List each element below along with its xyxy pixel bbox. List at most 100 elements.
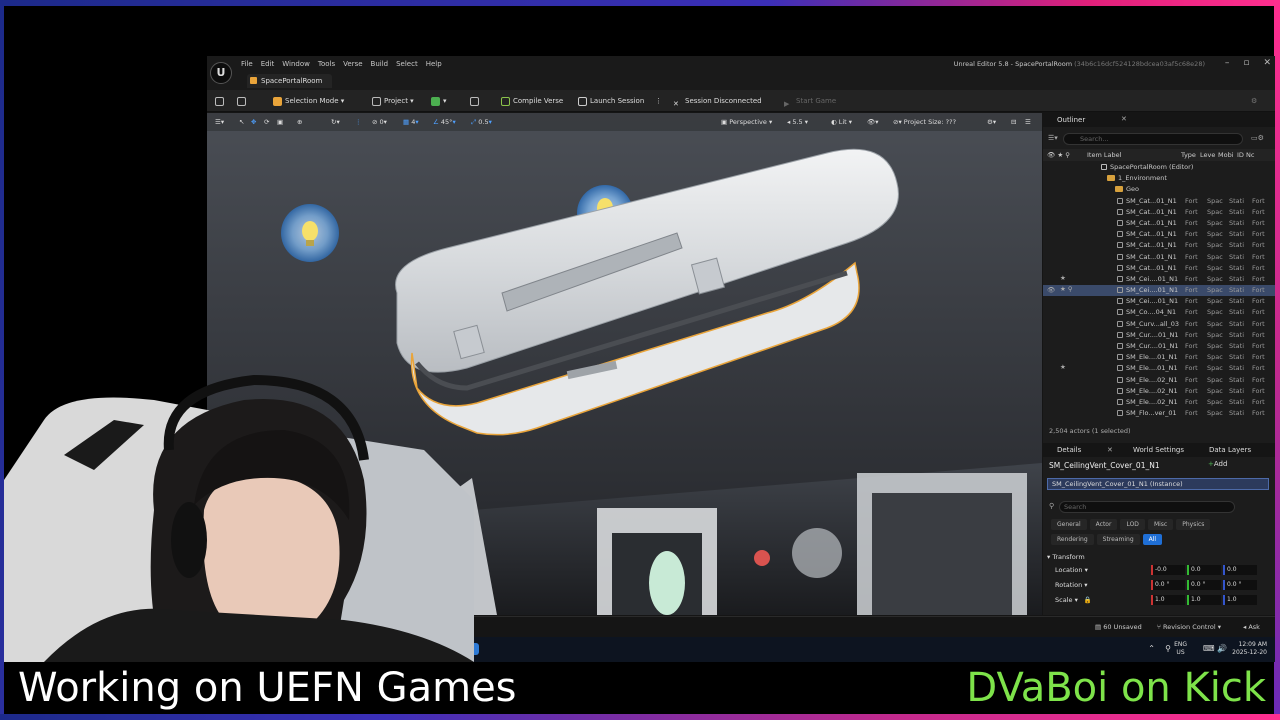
grid-snap-toggle[interactable]: ⋮ (355, 116, 362, 128)
filter-misc[interactable]: Misc (1147, 519, 1174, 530)
menu-select[interactable]: Select (396, 60, 426, 68)
component-instance-row[interactable]: SM_CeilingVent_Cover_01_N1 (Instance) (1047, 478, 1269, 490)
grid-size-dropdown[interactable]: ▦ 4▾ (403, 116, 419, 128)
item-label-column[interactable]: Item Label (1087, 151, 1121, 159)
surface-snap-icon[interactable]: ↻▾ (331, 116, 340, 128)
filter-actor[interactable]: Actor (1089, 519, 1118, 530)
language-indicator[interactable]: ENG US (1174, 641, 1187, 657)
scale-x-field[interactable]: 1.0 (1151, 595, 1185, 605)
location-tray-icon[interactable]: ⚲ (1165, 644, 1171, 653)
transform-section-header[interactable]: ▾ Transform (1047, 553, 1085, 561)
start-game-button[interactable]: ▶ Start Game (784, 94, 836, 108)
table-row[interactable]: SM_Ele....02_N1 Fort Spac Stati Fort (1043, 397, 1275, 408)
save-icon[interactable] (215, 94, 227, 108)
menu-file[interactable]: File (241, 60, 261, 68)
rotation-y-field[interactable]: 0.0 ° (1187, 580, 1221, 590)
menu-verse[interactable]: Verse (343, 60, 370, 68)
table-row[interactable]: SM_Cat...01_N1 Fort Spac Stati Fort (1043, 240, 1275, 251)
visibility-eye-icon[interactable]: 👁 (1047, 286, 1055, 294)
filter-physics[interactable]: Physics (1176, 519, 1211, 530)
rotation-x-field[interactable]: 0.0 ° (1151, 580, 1185, 590)
tray-chevron-icon[interactable]: ⌃ (1148, 644, 1155, 653)
lit-mode-dropdown[interactable]: ◐ Lit ▾ (831, 116, 852, 128)
outliner-search-input[interactable]: Search... (1063, 133, 1243, 145)
favorite-star-icon[interactable]: ★ (1060, 274, 1066, 282)
viewport-settings-icon[interactable]: ⚙▾ (987, 116, 996, 128)
system-clock[interactable]: 12:09 AM 2025-12-20 (1232, 641, 1267, 657)
add-component-button[interactable]: +Add (1208, 460, 1227, 468)
location-y-field[interactable]: 0.0 (1187, 565, 1221, 575)
tab-data-layers[interactable]: Data Layers (1209, 446, 1251, 454)
light-bulb-icon-1[interactable] (281, 204, 339, 262)
tab-details[interactable]: Details (1057, 446, 1081, 454)
type-column[interactable]: Type (1181, 151, 1196, 159)
menu-edit[interactable]: Edit (261, 60, 283, 68)
rotate-tool-icon[interactable]: ⟳ (264, 116, 269, 128)
favorite-star-icon[interactable]: ★ (1060, 363, 1066, 371)
filter-icon[interactable]: ☰▾ (1048, 134, 1058, 142)
snap-translate-value[interactable]: ⊘ 0▾ (372, 116, 387, 128)
viewport-options-icon[interactable]: ☰▾ (215, 116, 224, 128)
viewport-menu-icon[interactable]: ☰ (1025, 116, 1031, 128)
perspective-dropdown[interactable]: ▣ Perspective ▾ (721, 116, 772, 128)
project-size-dropdown[interactable]: ⊘▾ Project Size: ??? (893, 116, 956, 128)
add-folder-icon[interactable]: ▭⚙ (1251, 134, 1264, 142)
tree-folder-geo[interactable]: Geo (1043, 184, 1275, 195)
mobility-column[interactable]: Mobi (1218, 151, 1234, 159)
scale-snap-dropdown[interactable]: ⤢ 0.5▾ (471, 116, 492, 128)
table-row[interactable]: SM_Cat...01_N1 Fort Spac Stati Fort (1043, 196, 1275, 207)
filter-lod[interactable]: LOD (1120, 519, 1145, 530)
outliner-close-icon[interactable]: ✕ (1121, 115, 1127, 123)
level-tab[interactable]: SpacePortalRoom (247, 74, 333, 88)
outliner-tab[interactable]: Outliner ✕ (1043, 113, 1275, 127)
rotation-z-field[interactable]: 0.0 ° (1223, 580, 1257, 590)
menu-window[interactable]: Window (282, 60, 318, 68)
favorite-star-icon[interactable]: ★ ⚲ (1060, 285, 1073, 293)
table-row[interactable]: SM_Flo...ver_01 Fort Spac Stati Fort (1043, 408, 1275, 419)
unreal-logo-icon[interactable]: U (210, 62, 232, 84)
close-icon[interactable]: ✕ (1263, 58, 1271, 68)
tab-world-settings[interactable]: World Settings (1133, 446, 1184, 454)
scale-z-field[interactable]: 1.0 (1223, 595, 1257, 605)
id-column[interactable]: ID Nc (1237, 151, 1254, 159)
add-content-button[interactable]: ▾ (431, 94, 447, 108)
camera-speed-dropdown[interactable]: ◂ 5.5 ▾ (787, 116, 808, 128)
table-row[interactable]: SM_Cat...01_N1 Fort Spac Stati Fort (1043, 252, 1275, 263)
menu-build[interactable]: Build (371, 60, 397, 68)
details-search-input[interactable]: Search (1059, 501, 1235, 513)
table-row[interactable]: SM_Cur....01_N1 Fort Spac Stati Fort (1043, 341, 1275, 352)
tree-root-row[interactable]: SpacePortalRoom (Editor) (1043, 162, 1275, 173)
table-row[interactable]: SM_Ele....02_N1 Fort Spac Stati Fort (1043, 386, 1275, 397)
lock-icon[interactable]: 🔒 (1084, 596, 1092, 604)
content-browser-icon[interactable] (237, 94, 249, 108)
location-x-field[interactable]: -0.0 (1151, 565, 1185, 575)
table-row[interactable]: ★ SM_Cei....01_N1 Fort Spac Stati Fort (1043, 274, 1275, 285)
tree-folder-environment[interactable]: 1_Environment (1043, 173, 1275, 184)
filter-all[interactable]: All (1142, 534, 1163, 545)
menu-help[interactable]: Help (426, 60, 450, 68)
location-z-field[interactable]: 0.0 (1223, 565, 1257, 575)
table-row[interactable]: SM_Cat...01_N1 Fort Spac Stati Fort (1043, 207, 1275, 218)
world-space-icon[interactable]: ⊕ (297, 116, 302, 128)
more-options-icon[interactable]: ⋮ (655, 94, 662, 108)
compile-verse-button[interactable]: Compile Verse (501, 94, 563, 108)
viewport-layout-icon[interactable]: ⊟ (1011, 116, 1016, 128)
table-row[interactable]: SM_Ele....02_N1 Fort Spac Stati Fort (1043, 375, 1275, 386)
launch-session-button[interactable]: Launch Session (578, 94, 644, 108)
network-volume-icon[interactable]: ⌨ 🔊 (1203, 644, 1227, 653)
table-row[interactable]: SM_Cei....01_N1 Fort Spac Stati Fort (1043, 296, 1275, 307)
unsaved-button[interactable]: ▤ 60 Unsaved (1095, 623, 1142, 631)
table-row[interactable]: SM_Ele....01_N1 Fort Spac Stati Fort (1043, 352, 1275, 363)
verse-icon[interactable] (470, 94, 482, 108)
move-tool-icon[interactable]: ✥ (251, 116, 256, 128)
table-row[interactable]: SM_Curv...all_03 Fort Spac Stati Fort (1043, 319, 1275, 330)
show-flags-dropdown[interactable]: 👁▾ (867, 116, 879, 128)
settings-gear-icon[interactable]: ⚙ (1251, 94, 1257, 108)
menu-tools[interactable]: Tools (318, 60, 343, 68)
filter-general[interactable]: General (1051, 519, 1087, 530)
ask-button[interactable]: ◂ Ask (1243, 623, 1260, 631)
select-tool-icon[interactable]: ↖ (239, 116, 244, 128)
scale-y-field[interactable]: 1.0 (1187, 595, 1221, 605)
rotation-snap-dropdown[interactable]: ∠ 45°▾ (433, 116, 456, 128)
project-button[interactable]: Project ▾ (372, 94, 414, 108)
